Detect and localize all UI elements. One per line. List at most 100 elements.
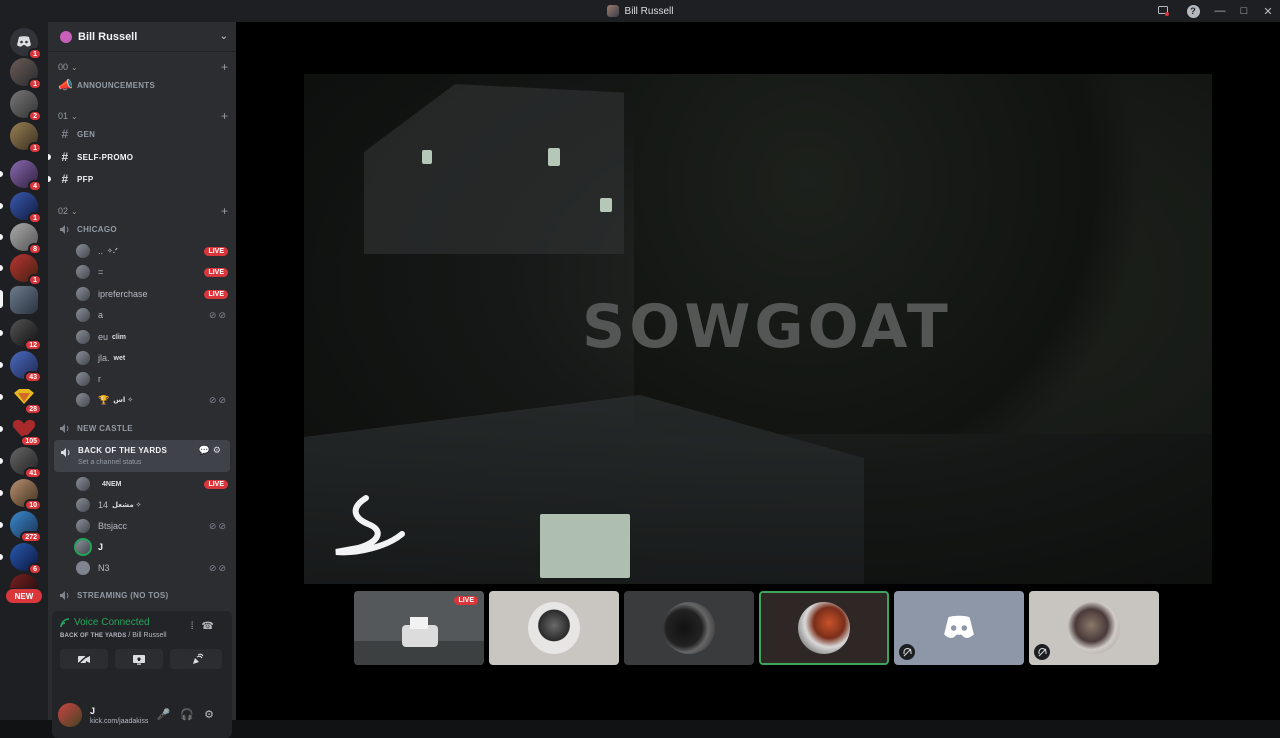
voice-user-tag: اس ✧	[113, 397, 134, 404]
muted-deafened-icon: ⊘⊘	[208, 562, 228, 573]
participant-tile[interactable]	[894, 591, 1024, 665]
gear-icon[interactable]: ⚙	[204, 709, 224, 721]
unread-indicator	[48, 176, 51, 182]
chevron-down-icon: ⌄	[219, 31, 228, 42]
noise-suppression-icon[interactable]: ⁞	[191, 621, 202, 632]
close-button[interactable]: ✕	[1256, 0, 1280, 22]
server-icon[interactable]: 41	[10, 447, 42, 479]
guild-header[interactable]: Bill Russell ⌄	[48, 22, 236, 52]
server-icon[interactable]: 6	[10, 543, 42, 575]
minimize-button[interactable]: —	[1208, 0, 1232, 22]
avatar	[76, 498, 90, 512]
voice-user[interactable]: 4NEM LIVE	[76, 475, 228, 493]
channel-status-input[interactable]: Set a channel status	[78, 459, 141, 466]
server-icon[interactable]: 4	[10, 160, 42, 192]
add-channel-icon[interactable]: +	[221, 60, 228, 74]
server-icon[interactable]: 105	[10, 415, 42, 447]
user-controls: 🎤🎧⚙	[157, 708, 224, 721]
voice-channel-back-of-the-yards[interactable]: BACK OF THE YARDS Set a channel status 💬…	[54, 440, 230, 472]
stream-scene	[600, 198, 612, 212]
voice-status[interactable]: Voice Connected	[60, 617, 150, 628]
channel-self-promo[interactable]: # SELF-PROMO	[58, 148, 230, 166]
participant-tile-speaking[interactable]	[759, 591, 889, 665]
voice-user[interactable]: N3 ⊘⊘	[76, 559, 228, 577]
muted-deafened-icon: ⊘⊘	[208, 309, 228, 320]
voice-user[interactable]: J	[76, 538, 228, 556]
server-icon[interactable]: 1	[10, 58, 42, 90]
soundboard-button[interactable]	[174, 649, 222, 669]
server-icon[interactable]	[10, 574, 38, 588]
participant-tile[interactable]	[489, 591, 619, 665]
server-icon[interactable]: 272	[10, 511, 42, 543]
channel-pfp[interactable]: # PFP	[58, 170, 230, 188]
server-icon[interactable]: 1	[10, 192, 42, 224]
live-badge: LIVE	[204, 267, 228, 277]
category-00[interactable]: 00 ⌄ +	[58, 60, 228, 74]
inbox-icon[interactable]	[1148, 0, 1178, 22]
voice-user[interactable]: Btsjacc ⊘⊘	[76, 517, 228, 535]
voice-user[interactable]: jla. wet	[76, 349, 228, 367]
voice-user-name: 🏆	[98, 394, 110, 405]
voice-user[interactable]: ipreferchase LIVE	[76, 285, 228, 303]
server-icon[interactable]: 43	[10, 351, 42, 383]
server-icon[interactable]	[10, 286, 38, 314]
voice-channel-streaming[interactable]: STREAMING (NO TOS)	[58, 586, 230, 604]
channel-announcements[interactable]: 📣 ANNOUNCEMENTS	[58, 76, 230, 94]
participant-tile[interactable]	[1029, 591, 1159, 665]
participant-tile[interactable]: LIVE	[354, 591, 484, 665]
speaker-icon	[58, 589, 72, 601]
participant-tile[interactable]	[624, 591, 754, 665]
deafened-icon	[1034, 644, 1050, 660]
voice-channel-new-castle[interactable]: NEW CASTLE	[58, 419, 230, 437]
channel-gen[interactable]: # GEN	[58, 125, 230, 143]
voice-user[interactable]: a ⊘⊘	[76, 306, 228, 324]
voice-channel-chicago[interactable]: CHICAGO	[58, 220, 230, 238]
voice-user-name: r	[98, 374, 101, 384]
voice-server-name: Bill Russell	[132, 632, 167, 639]
direct-messages-button[interactable]: 1	[10, 28, 42, 60]
user-avatar[interactable]	[58, 703, 82, 727]
stream-viewer[interactable]: SOWGOAT	[304, 74, 1212, 584]
voice-user[interactable]: r	[76, 370, 228, 388]
voice-user-name: jla.	[98, 353, 110, 363]
camera-off-icon	[77, 653, 90, 665]
server-icon[interactable]: 10	[10, 479, 42, 511]
headphones-icon[interactable]: 🎧	[180, 709, 204, 721]
microphone-icon[interactable]: 🎤	[157, 709, 181, 721]
server-icon[interactable]: 1	[10, 254, 42, 286]
maximize-button[interactable]: □	[1232, 0, 1256, 22]
voice-user-name: a	[98, 310, 104, 320]
channel-actions-icons[interactable]: 💬⚙	[199, 445, 224, 456]
category-01[interactable]: 01 ⌄ +	[58, 109, 228, 123]
screen-share-button[interactable]	[115, 649, 163, 669]
voice-user[interactable]: 🏆 اس ✧ ⊘⊘	[76, 391, 228, 409]
server-icon[interactable]: 2	[10, 90, 42, 122]
live-badge: LIVE	[454, 596, 478, 605]
unread-pill	[0, 522, 3, 528]
user-name[interactable]: J	[90, 706, 95, 716]
server-badge: 2	[28, 110, 42, 122]
channel-label: PFP	[77, 174, 94, 184]
server-badge: 1	[28, 212, 42, 224]
voice-user[interactable]: .. ✧.ᐟ LIVE	[76, 242, 228, 260]
voice-user[interactable]: = LIVE	[76, 263, 228, 281]
camera-toggle-button[interactable]	[60, 649, 108, 669]
guild-name: Bill Russell	[78, 30, 138, 43]
server-icon[interactable]: 12	[10, 319, 42, 351]
new-unreads-badge[interactable]: NEW	[6, 589, 42, 603]
voice-location[interactable]: BACK OF THE YARDS / Bill Russell	[60, 632, 167, 639]
server-badge: 6	[28, 563, 42, 575]
category-02[interactable]: 02 ⌄ +	[58, 204, 228, 218]
add-channel-icon[interactable]: +	[221, 204, 228, 218]
disconnect-icon[interactable]: ☎	[202, 621, 222, 632]
server-icon[interactable]: 1	[10, 122, 42, 154]
voice-user[interactable]: eu clim	[76, 328, 228, 346]
server-icon[interactable]: 8	[10, 223, 42, 255]
help-button[interactable]: ?	[1178, 0, 1208, 22]
voice-controls: ⁞☎	[191, 621, 222, 632]
server-icon[interactable]: 28	[10, 383, 42, 415]
voice-user[interactable]: 14 مشعل ✧	[76, 496, 228, 514]
voice-user-name: 14	[98, 500, 109, 510]
channel-label: ANNOUNCEMENTS	[77, 80, 156, 90]
add-channel-icon[interactable]: +	[221, 109, 228, 123]
